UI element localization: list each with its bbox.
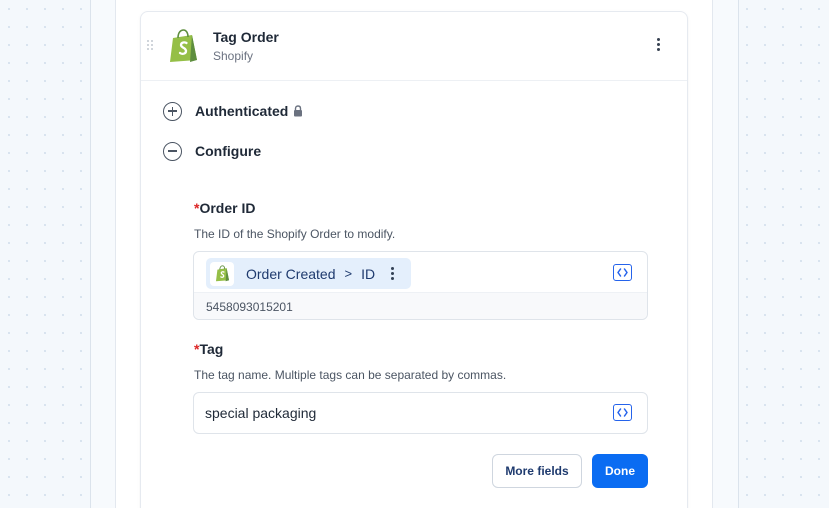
pill-source-label: Order Created [246,265,336,282]
tag-input-box [193,392,648,434]
configure-label: Configure [195,143,262,159]
authenticated-label: Authenticated [195,103,289,119]
order-id-label-text: Order ID [199,200,256,216]
lock-icon [294,105,303,117]
code-brackets-icon[interactable] [613,404,632,421]
more-fields-button[interactable]: More fields [492,454,582,488]
minus-circle-icon [163,141,182,161]
code-brackets-icon[interactable] [613,264,632,281]
step-title: Tag Order [213,29,279,45]
configure-section-toggle[interactable]: Configure [163,140,261,162]
pill-menu-icon[interactable] [389,266,395,282]
tag-description: The tag name. Multiple tags can be separ… [194,368,507,382]
data-reference-pill[interactable]: Order Created > ID [206,258,411,289]
resolved-value-strip: 5458093015201 [194,292,647,319]
shopify-bag-icon [215,265,229,282]
order-id-input[interactable]: Order Created > ID 5458093015201 [193,251,648,320]
done-button[interactable]: Done [592,454,648,488]
resolved-value: 5458093015201 [206,300,293,314]
pill-separator: > [344,266,353,281]
tag-label-text: Tag [199,341,224,357]
authenticated-section-toggle[interactable]: Authenticated [163,100,303,122]
pill-field-label: ID [361,265,376,282]
order-id-description: The ID of the Shopify Order to modify. [194,227,396,241]
plus-circle-icon [163,101,182,121]
drag-handle-icon[interactable] [146,39,154,51]
step-app-name: Shopify [213,49,254,63]
step-menu-icon[interactable] [651,38,665,54]
step-card-header: Tag Order Shopify [141,12,687,81]
step-card: Tag Order Shopify Authenticated Configur… [140,11,688,508]
shopify-bag-icon [170,29,197,62]
tag-input[interactable] [194,393,594,433]
tag-label: *Tag [194,341,223,357]
pill-logo [210,261,234,286]
order-id-label: *Order ID [194,200,255,216]
